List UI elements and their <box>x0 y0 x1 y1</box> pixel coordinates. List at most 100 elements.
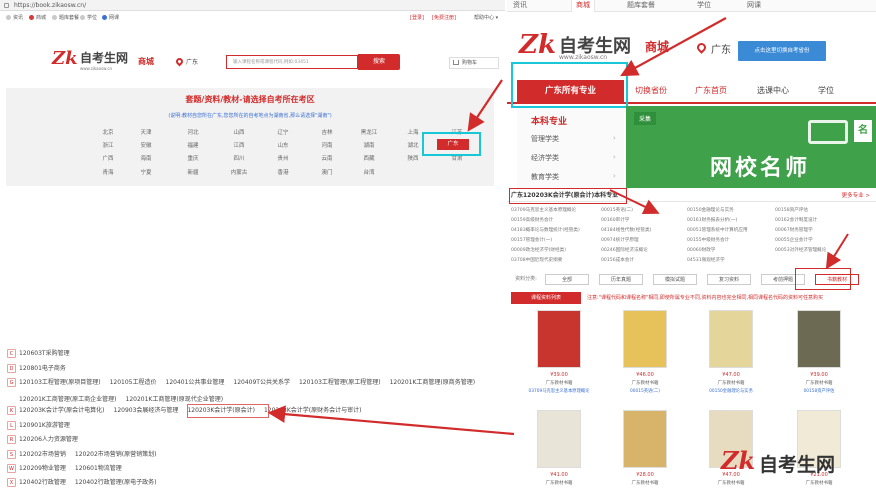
province-option[interactable]: 西藏 <box>354 154 384 162</box>
province-option[interactable]: 河南 <box>312 141 342 149</box>
filter-mock-exams[interactable]: 模拟试题 <box>653 274 697 285</box>
course-link[interactable]: 00053对外经济管理概论 <box>775 247 826 253</box>
filter-past-exams[interactable]: 历年真题 <box>599 274 643 285</box>
course-center-link[interactable]: 选课中心 <box>757 85 789 96</box>
course-link[interactable]: 00158资产评估 <box>775 207 808 213</box>
product-caption[interactable]: 03709马克思主义基本原理概论 <box>525 388 593 394</box>
major-link[interactable]: 120409T公共关系学 <box>233 379 290 386</box>
major-link[interactable]: 120206人力资源管理 <box>19 436 78 443</box>
province-option[interactable]: 黑龙江 <box>354 128 384 136</box>
course-link[interactable]: 00009政治经济学(财经类) <box>511 247 566 253</box>
course-link[interactable]: 00155中级财务会计 <box>687 237 729 243</box>
province-option[interactable]: 山西 <box>224 128 254 136</box>
help-center-link[interactable]: 帮助中心 ▾ <box>474 12 498 24</box>
register-link[interactable]: [免费注册] <box>432 12 456 24</box>
course-link[interactable]: 00974统计学原理 <box>601 237 639 243</box>
degree-link[interactable]: 学位 <box>818 85 834 96</box>
province-option[interactable]: 北京 <box>93 128 123 136</box>
major-link[interactable]: 120401公共事业管理 <box>166 379 225 386</box>
province-home-link[interactable]: 广东首页 <box>695 85 727 96</box>
course-link[interactable]: 00162会计制度设计 <box>775 217 817 223</box>
course-link[interactable]: 00055企业会计学 <box>775 237 813 243</box>
course-link[interactable]: 00051管理系统中计算机应用 <box>687 227 748 233</box>
major-link[interactable]: 120103工程管理(原工程管理) <box>299 379 381 386</box>
province-option[interactable]: 江西 <box>224 141 254 149</box>
product-card[interactable]: ¥39.00 广东教材书籍 03709马克思主义基本原理概论 <box>529 310 589 394</box>
product-caption[interactable]: 00150金融理论与实务 <box>697 388 765 394</box>
major-link[interactable]: 120201K工商管理(原工商企业管理) <box>19 396 117 403</box>
book-cover-image[interactable] <box>623 310 667 368</box>
product-card[interactable]: ¥47.00 广东教材书籍 00150金融理论与实务 <box>703 310 759 394</box>
province-option[interactable]: 宁夏 <box>131 168 161 176</box>
province-option[interactable]: 山东 <box>268 141 298 149</box>
province-option[interactable]: 海南 <box>131 154 161 162</box>
major-link[interactable]: 120202市场营销(原营销策划) <box>75 451 157 458</box>
major-link[interactable]: 120203K会计学(原财务会计与审计) <box>264 407 362 414</box>
book-cover-image[interactable] <box>537 310 581 368</box>
book-cover-image[interactable] <box>623 410 667 468</box>
product-caption[interactable]: 00015英语(二) <box>611 388 679 394</box>
sidebar-item-economics[interactable]: 经济学类 <box>531 153 559 163</box>
search-button[interactable]: 搜索 <box>358 54 400 70</box>
province-option[interactable]: 云南 <box>312 154 342 162</box>
course-link[interactable]: 04531微观经济学 <box>687 257 725 263</box>
province-option[interactable]: 天津 <box>131 128 161 136</box>
product-caption[interactable]: 00158资产评估 <box>785 388 853 394</box>
course-link[interactable]: 00161财务报表分析(一) <box>687 217 737 223</box>
major-link[interactable]: 120103工程管理(原项目管理) <box>19 379 101 386</box>
right-site-logo[interactable]: Zk 自考生网 www.zikaosw.cn <box>519 30 659 66</box>
product-card[interactable]: ¥41.00 广东教材书籍 <box>531 410 587 490</box>
major-link[interactable]: 120203K会计学(原会计电算化) <box>19 407 105 414</box>
tab-online-course[interactable]: 网课 <box>747 0 761 10</box>
login-link[interactable]: [登录] <box>410 12 424 24</box>
more-majors-link[interactable]: 更多专业 > <box>842 190 870 202</box>
course-link[interactable]: 00246国际经济法概论 <box>601 247 648 253</box>
course-link[interactable]: 04183概率论与数理统计(经管类) <box>511 227 580 233</box>
major-link[interactable]: 120801电子商务 <box>19 365 66 372</box>
right-location-label[interactable]: 广东 <box>711 41 731 56</box>
course-link[interactable]: 00015英语(二) <box>601 207 633 213</box>
nav-item-mall[interactable]: 商城 <box>29 12 46 24</box>
province-option[interactable]: 澳门 <box>312 168 342 176</box>
course-link[interactable]: 00160审计学 <box>601 217 629 223</box>
province-option[interactable]: 辽宁 <box>268 128 298 136</box>
province-option[interactable]: 内蒙古 <box>224 168 254 176</box>
nav-item-degree[interactable]: 学位 <box>80 12 97 24</box>
course-link[interactable]: 03708中国近现代史纲要 <box>511 257 562 263</box>
course-link[interactable]: 00157管理会计(一) <box>511 237 552 243</box>
province-option[interactable]: 湖南 <box>354 141 384 149</box>
major-link[interactable]: 120901K旅游管理 <box>19 422 70 429</box>
province-option[interactable]: 安徽 <box>131 141 161 149</box>
major-link[interactable]: 120201K工商管理(原现代企业管理) <box>126 396 224 403</box>
promo-banner[interactable]: 采集 名 网校名师 <box>626 106 876 188</box>
book-cover-image[interactable] <box>709 310 753 368</box>
course-link[interactable]: 00067财务管理学 <box>775 227 813 233</box>
province-option[interactable]: 吉林 <box>312 128 342 136</box>
sidebar-item-management[interactable]: 管理学类 <box>531 134 559 144</box>
major-link[interactable]: 120603T采购管理 <box>19 350 70 357</box>
province-option[interactable]: 香港 <box>268 168 298 176</box>
address-bar[interactable]: https://book.zikaosw.cn/ <box>0 0 505 11</box>
sidebar-item-education[interactable]: 教育学类 <box>531 172 559 182</box>
province-option[interactable]: 广西 <box>93 154 123 162</box>
product-card[interactable]: ¥28.00 广东教材书籍 <box>617 410 673 490</box>
tab-news[interactable]: 资讯 <box>513 0 527 10</box>
course-link[interactable]: 00150金融理论与实务 <box>687 207 734 213</box>
major-link[interactable]: 120402行政管理(原电子政务) <box>75 479 157 486</box>
province-option[interactable]: 四川 <box>224 154 254 162</box>
site-logo[interactable]: Zk 自考生网 www.zikaosw.cn <box>52 48 142 74</box>
nav-item-news[interactable]: 资讯 <box>6 12 23 24</box>
province-option[interactable]: 重庆 <box>178 154 208 162</box>
course-link[interactable]: 04184线性代数(经管类) <box>601 227 651 233</box>
switch-province-link[interactable]: 切换省份 <box>635 85 667 96</box>
province-option[interactable]: 台湾 <box>354 168 384 176</box>
major-link[interactable]: 120209物业管理 <box>19 465 66 472</box>
tab-degree[interactable]: 学位 <box>697 0 711 10</box>
major-link[interactable]: 120601物流管理 <box>75 465 122 472</box>
list-tab[interactable]: 课程资料列表 <box>511 292 581 304</box>
book-cover-image[interactable] <box>797 310 841 368</box>
major-link[interactable]: 120105工程造价 <box>110 379 157 386</box>
filter-all[interactable]: 全部 <box>545 274 589 285</box>
major-link[interactable]: 120402行政管理 <box>19 479 66 486</box>
province-option[interactable]: 河北 <box>178 128 208 136</box>
